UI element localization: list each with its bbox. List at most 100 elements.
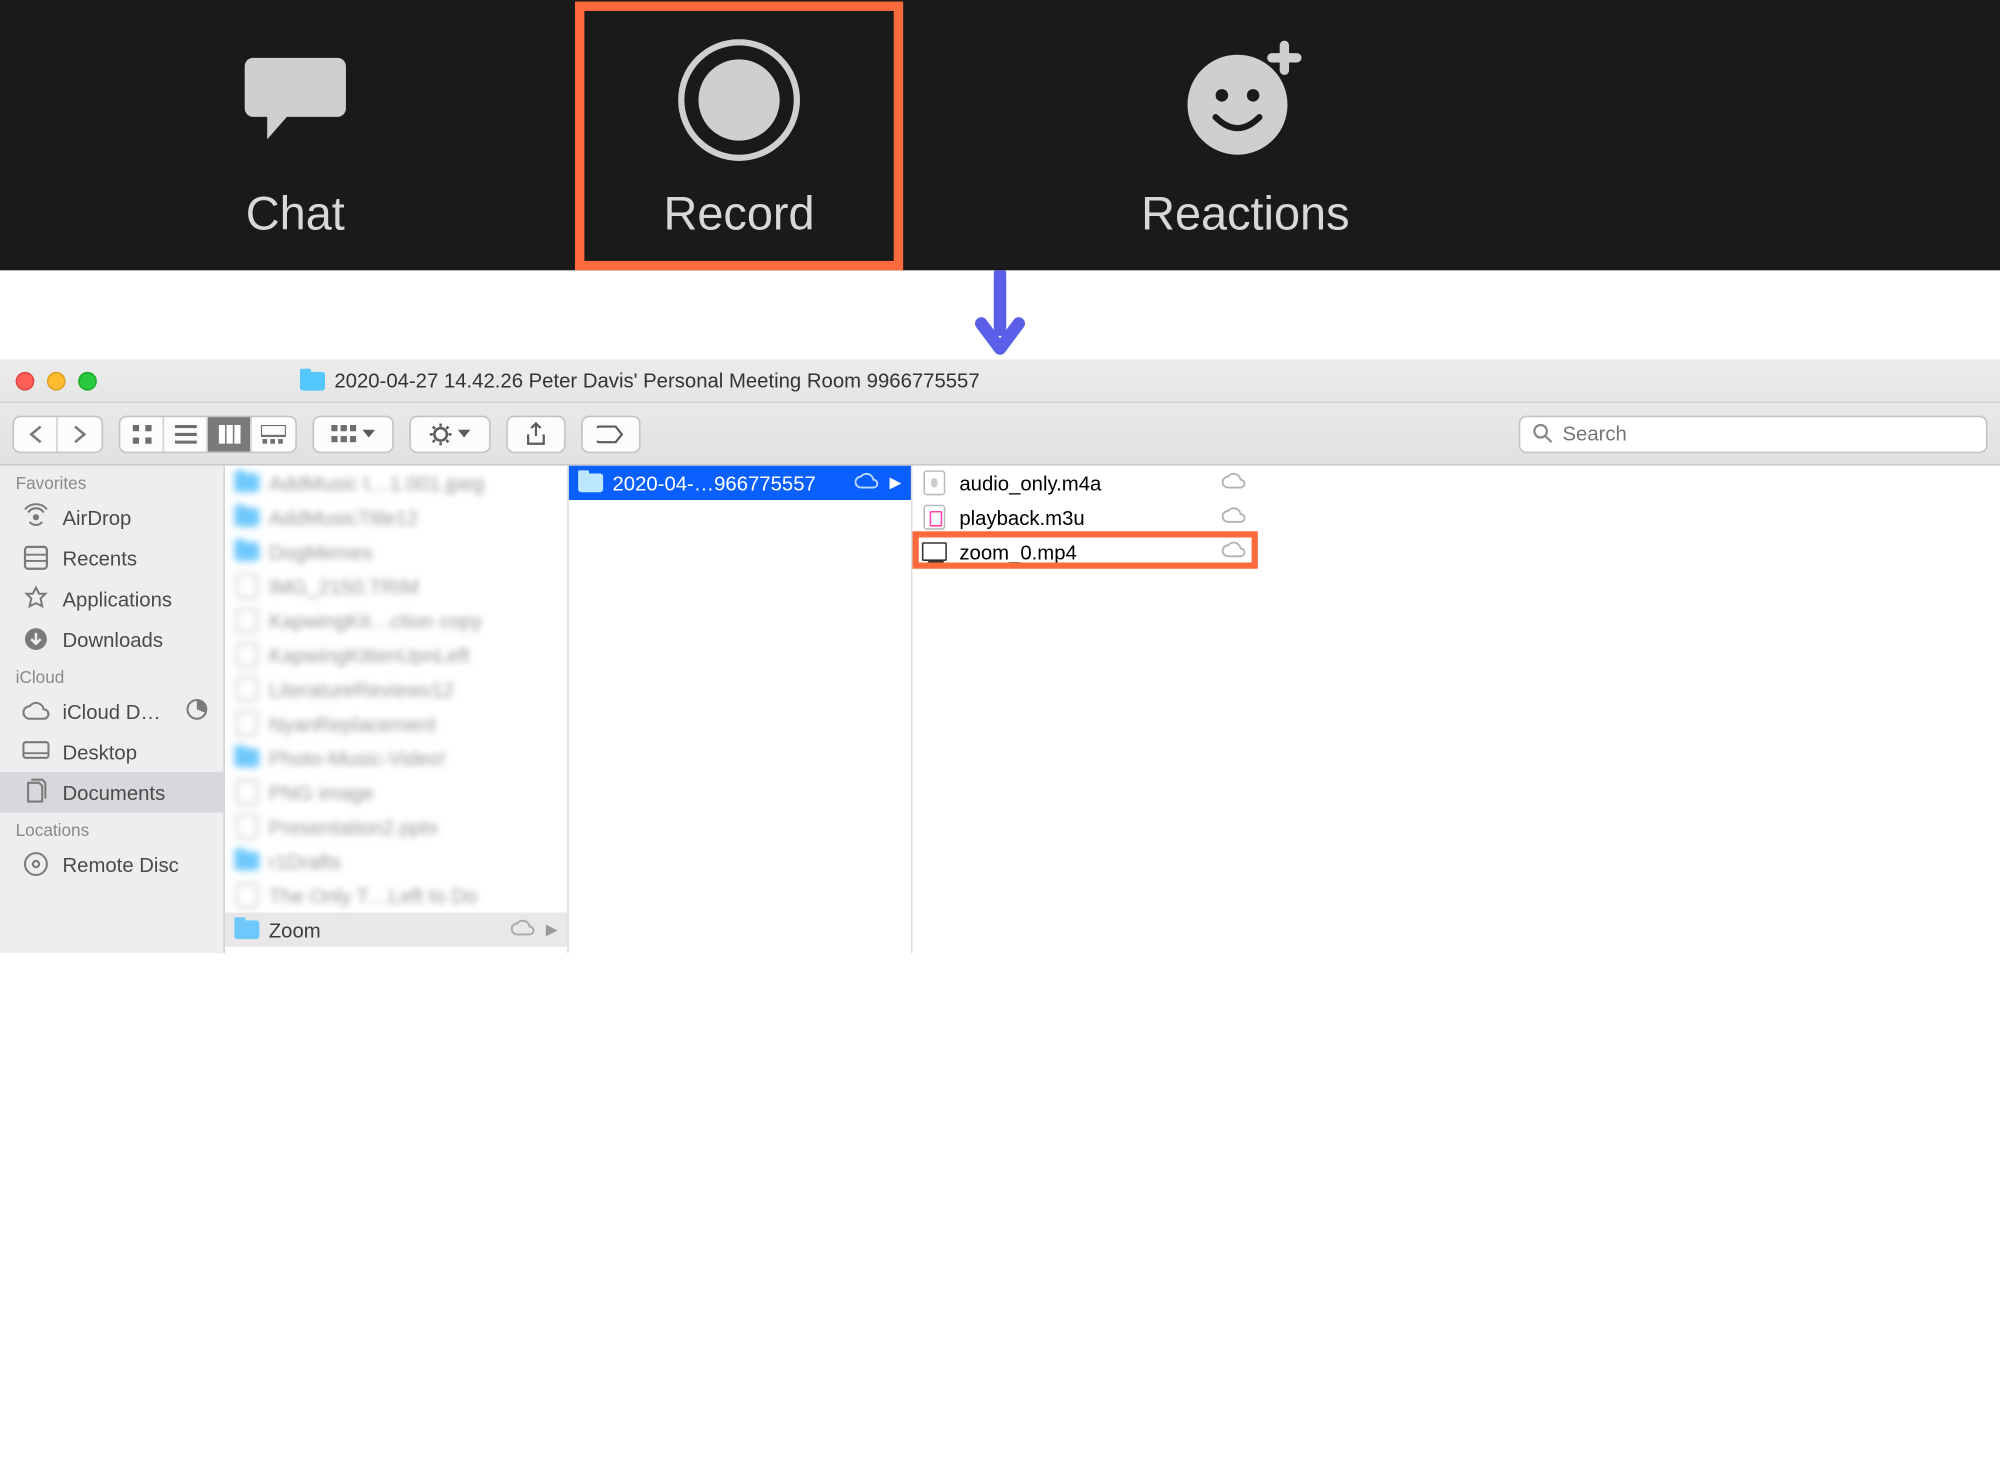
- blurred-row[interactable]: r1Drafts: [225, 844, 567, 878]
- tags-button[interactable]: [581, 415, 640, 453]
- sidebar-item-label: Documents: [63, 780, 166, 803]
- search-input[interactable]: [1563, 422, 1974, 445]
- finder-window: 2020-04-27 14.42.26 Peter Davis' Persona…: [0, 359, 2000, 953]
- file-row-video[interactable]: zoom_0.mp4: [913, 534, 1263, 568]
- applications-icon: [22, 584, 50, 612]
- chat-icon: [225, 29, 366, 170]
- finder-toolbar: [0, 403, 2000, 466]
- file-label: zoom_0.mp4: [959, 540, 1209, 563]
- sidebar-item-label: Downloads: [63, 627, 164, 650]
- record-button[interactable]: Record: [575, 1, 903, 270]
- sidebar-item-label: iCloud D…: [63, 699, 161, 722]
- sidebar-item-recents[interactable]: Recents: [0, 538, 223, 579]
- blurred-row[interactable]: PNG image: [225, 775, 567, 809]
- disc-icon: [22, 850, 50, 878]
- close-button[interactable]: [16, 371, 35, 390]
- music-file-icon: [922, 506, 947, 528]
- cloud-status-icon: [855, 471, 880, 494]
- file-row-audio[interactable]: audio_only.m4a: [913, 466, 1263, 500]
- blurred-row[interactable]: AddMusic t…1.001.jpeg: [225, 466, 567, 500]
- action-menu-button[interactable]: [409, 415, 490, 453]
- chevron-right-icon: ▶: [546, 921, 558, 938]
- sidebar-item-documents[interactable]: Documents: [0, 772, 223, 813]
- blurred-row[interactable]: IMG_2150.TRIM: [225, 569, 567, 603]
- blurred-row[interactable]: DogMemes: [225, 534, 567, 568]
- window-controls: [16, 371, 97, 390]
- gallery-view-button[interactable]: [252, 416, 296, 450]
- blurred-row[interactable]: Presentation2.pptx: [225, 809, 567, 843]
- reactions-icon: [1175, 29, 1316, 170]
- column-view-button[interactable]: [208, 416, 252, 450]
- blurred-row[interactable]: KapwingKit…ction copy: [225, 603, 567, 637]
- list-view-button[interactable]: [164, 416, 208, 450]
- group-by-button[interactable]: [313, 415, 394, 453]
- record-icon: [669, 29, 810, 170]
- search-icon: [1533, 423, 1553, 443]
- audio-file-icon: [922, 472, 947, 494]
- chevron-right-icon: ▶: [890, 474, 902, 491]
- cloud-status-icon: [1222, 505, 1247, 528]
- forward-button[interactable]: [58, 416, 102, 450]
- folder-icon: [234, 919, 259, 941]
- file-row-playlist[interactable]: playback.m3u: [913, 500, 1263, 534]
- search-field[interactable]: [1519, 415, 1988, 453]
- finder-body: Favorites AirDrop Recents Applications: [0, 466, 2000, 954]
- column-1: AddMusic t…1.001.jpeg AddMusicTitle12 Do…: [225, 466, 569, 954]
- finder-sidebar: Favorites AirDrop Recents Applications: [0, 466, 225, 954]
- chat-label: Chat: [246, 188, 345, 241]
- favorites-header: Favorites: [0, 466, 223, 497]
- sidebar-item-label: Remote Disc: [63, 852, 179, 875]
- cloud-status-icon: [1222, 540, 1247, 563]
- blurred-row[interactable]: NyanReplacement: [225, 706, 567, 740]
- row-label: 2020-04-…966775557: [613, 471, 846, 494]
- video-file-icon: [922, 541, 947, 563]
- sync-progress-icon: [186, 698, 208, 725]
- chat-button[interactable]: Chat: [94, 0, 497, 270]
- arrow-annotation: [0, 270, 2000, 359]
- icon-view-button[interactable]: [120, 416, 164, 450]
- sidebar-item-label: AirDrop: [63, 505, 132, 528]
- back-button[interactable]: [14, 416, 58, 450]
- sidebar-item-remote-disc[interactable]: Remote Disc: [0, 844, 223, 885]
- minimize-button[interactable]: [47, 371, 66, 390]
- documents-icon: [22, 778, 50, 806]
- blurred-row[interactable]: The Only T…Left to Do: [225, 878, 567, 912]
- reactions-button[interactable]: Reactions: [1044, 0, 1447, 270]
- window-title: 2020-04-27 14.42.26 Peter Davis' Persona…: [334, 369, 979, 392]
- blurred-row[interactable]: Photo-Music-Video!: [225, 741, 567, 775]
- sidebar-item-desktop[interactable]: Desktop: [0, 731, 223, 772]
- sidebar-item-label: Recents: [63, 546, 138, 569]
- reactions-label: Reactions: [1141, 188, 1349, 241]
- finder-titlebar: 2020-04-27 14.42.26 Peter Davis' Persona…: [0, 359, 2000, 403]
- sidebar-item-label: Desktop: [63, 740, 138, 763]
- row-label: Zoom: [269, 918, 502, 941]
- cloud-icon: [22, 697, 50, 725]
- sidebar-item-icloud-drive[interactable]: iCloud D…: [0, 691, 223, 732]
- cloud-status-icon: [1222, 471, 1247, 494]
- zoom-button[interactable]: [78, 371, 97, 390]
- airdrop-icon: [22, 503, 50, 531]
- blurred-row[interactable]: KapwingKittenUpnLeft: [225, 638, 567, 672]
- desktop-icon: [22, 738, 50, 766]
- recents-icon: [22, 544, 50, 572]
- record-label: Record: [664, 188, 815, 241]
- column-3: audio_only.m4a playback.m3u zoom_0.mp4: [913, 466, 1263, 954]
- recording-folder-row[interactable]: 2020-04-…966775557 ▶: [569, 466, 911, 500]
- blurred-row[interactable]: LiteratureReviewv12: [225, 672, 567, 706]
- zoom-folder-row[interactable]: Zoom ▶: [225, 913, 567, 947]
- nav-buttons: [13, 415, 104, 453]
- sidebar-item-applications[interactable]: Applications: [0, 578, 223, 619]
- folder-icon: [300, 371, 325, 390]
- share-button[interactable]: [506, 415, 565, 453]
- file-label: playback.m3u: [959, 505, 1209, 528]
- sidebar-item-airdrop[interactable]: AirDrop: [0, 497, 223, 538]
- zoom-toolbar: Chat Record Reactions: [0, 0, 2000, 270]
- folder-icon: [578, 472, 603, 494]
- icloud-header: iCloud: [0, 659, 223, 690]
- cloud-status-icon: [511, 918, 536, 941]
- blurred-row[interactable]: AddMusicTitle12: [225, 500, 567, 534]
- sidebar-item-downloads[interactable]: Downloads: [0, 619, 223, 660]
- column-2: 2020-04-…966775557 ▶: [569, 466, 913, 954]
- downloads-icon: [22, 625, 50, 653]
- view-buttons: [119, 415, 297, 453]
